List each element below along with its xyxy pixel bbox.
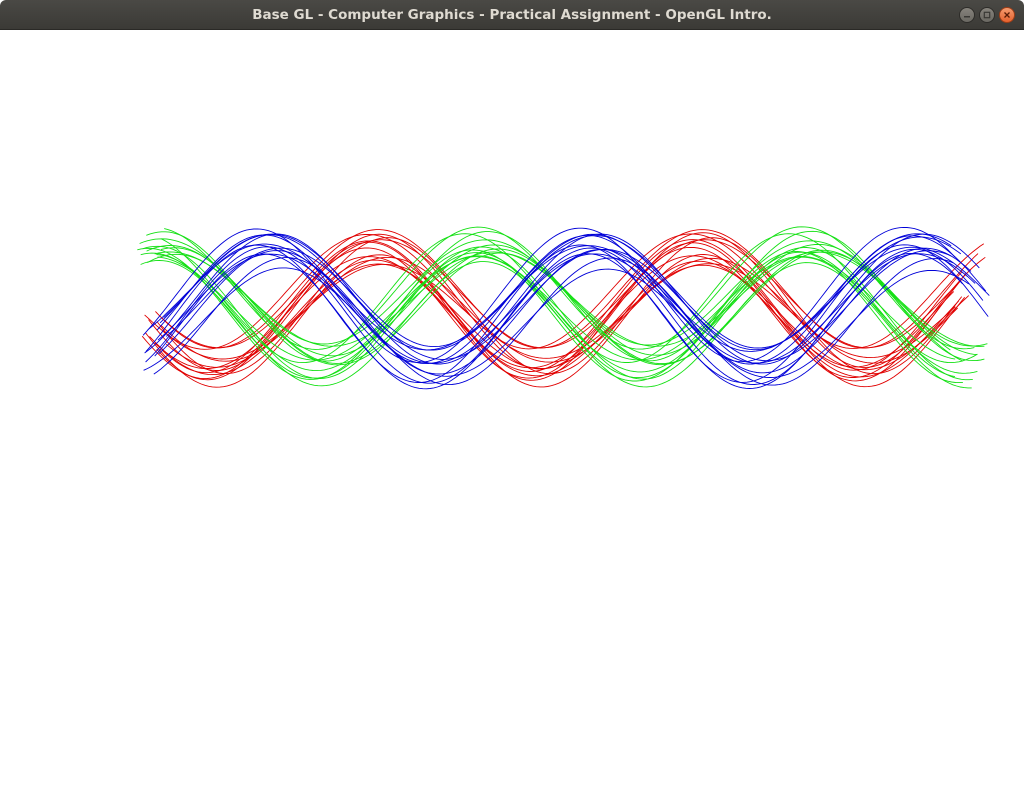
maximize-button[interactable] (979, 7, 995, 23)
minimize-button[interactable] (959, 7, 975, 23)
title-bar[interactable]: Base GL - Computer Graphics - Practical … (0, 0, 1024, 30)
close-icon (1004, 12, 1010, 18)
window-title: Base GL - Computer Graphics - Practical … (252, 7, 772, 23)
app-window: Base GL - Computer Graphics - Practical … (0, 0, 1024, 798)
wave-group-red (141, 229, 986, 388)
close-button[interactable] (999, 7, 1015, 23)
wave-line-red (145, 254, 966, 388)
gl-canvas[interactable] (0, 30, 1024, 798)
window-controls (959, 7, 1015, 23)
wave-drawing (137, 226, 990, 390)
minimize-icon (964, 16, 970, 18)
maximize-icon (983, 11, 991, 19)
